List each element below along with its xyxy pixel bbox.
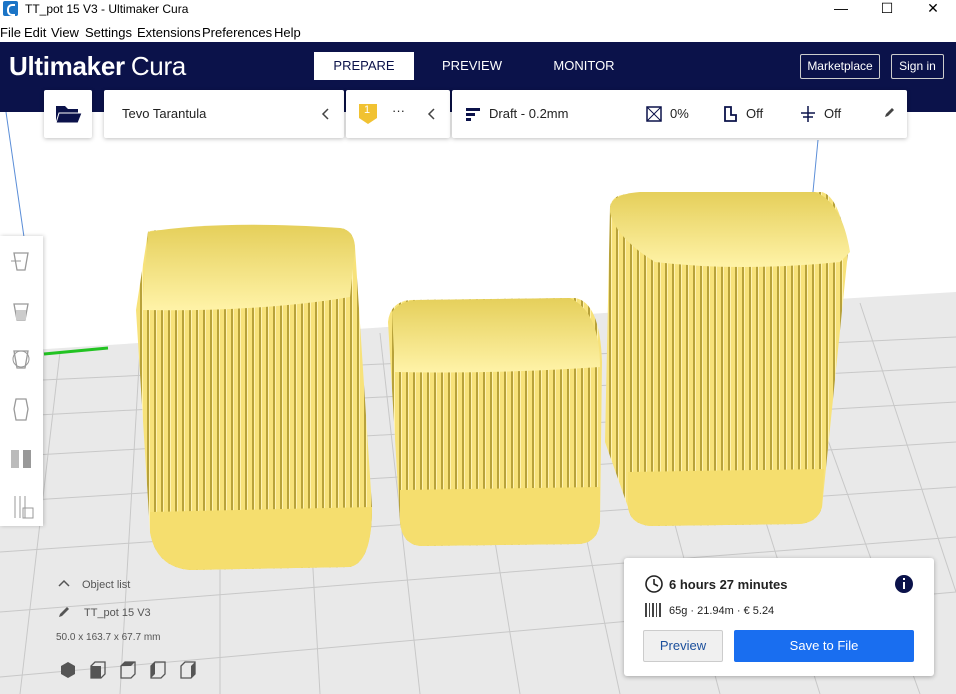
mirror-tool[interactable]	[6, 394, 36, 424]
view-left-icon[interactable]	[148, 660, 168, 680]
profile-label: Draft - 0.2mm	[489, 106, 569, 121]
material-name: ···	[392, 103, 405, 118]
menu-edit[interactable]: Edit	[24, 25, 46, 40]
chevron-left-icon	[427, 108, 435, 120]
extruder-number: 1	[364, 104, 371, 116]
pencil-icon[interactable]	[57, 605, 71, 619]
scale-icon	[13, 303, 29, 321]
infill-value: 0%	[670, 106, 689, 121]
rotate-icon	[12, 350, 30, 369]
scale-tool[interactable]	[6, 296, 36, 326]
cura-app-icon	[3, 1, 18, 16]
menu-settings[interactable]: Settings	[85, 25, 132, 40]
spool-icon	[645, 603, 661, 617]
tab-preview[interactable]: PREVIEW	[430, 52, 514, 80]
print-summary-panel: 6 hours 27 minutes 65g · 21.94m · € 5.24…	[624, 558, 934, 676]
brand-secondary: Cura	[130, 51, 186, 81]
preview-button[interactable]: Preview	[643, 630, 723, 662]
adhesion-icon	[801, 106, 815, 122]
view-orientation-controls	[58, 660, 203, 680]
mirror-icon	[13, 398, 29, 421]
per-model-settings-tool[interactable]	[6, 444, 36, 474]
menu-bar: File Edit View Settings Extensions Prefe…	[0, 22, 956, 42]
pot-model-1[interactable]	[136, 224, 372, 570]
view-right-icon[interactable]	[178, 660, 198, 680]
close-button[interactable]: ✕	[910, 0, 956, 19]
save-to-file-button[interactable]: Save to File	[734, 630, 914, 662]
infill-icon	[646, 106, 662, 122]
menu-view[interactable]: View	[51, 25, 79, 40]
printer-name: Tevo Tarantula	[122, 106, 207, 121]
print-settings-selector[interactable]: Draft - 0.2mm 0% Off Off	[452, 90, 907, 138]
material-selector[interactable]: 1 ···	[346, 90, 450, 138]
object-list-header[interactable]: Object list	[82, 579, 130, 591]
view-front-icon[interactable]	[88, 660, 108, 680]
minimize-button[interactable]: —	[818, 0, 864, 19]
material-usage: 65g · 21.94m · € 5.24	[669, 605, 775, 617]
adhesion-value: Off	[824, 106, 842, 121]
view-3d-icon[interactable]	[58, 660, 78, 680]
brand-primary: Ultimaker	[9, 51, 125, 81]
signin-button[interactable]: Sign in	[891, 54, 944, 79]
marketplace-button[interactable]: Marketplace	[800, 54, 880, 79]
info-icon[interactable]	[894, 574, 914, 594]
tool-strip	[0, 236, 43, 526]
pencil-icon	[885, 108, 894, 117]
brand-logo: Ultimaker Cura	[9, 51, 186, 82]
chevron-up-icon[interactable]	[57, 578, 71, 588]
print-time: 6 hours 27 minutes	[669, 577, 788, 592]
profile-icon	[466, 108, 480, 121]
menu-preferences[interactable]: Preferences	[202, 25, 272, 40]
object-dimensions: 50.0 x 163.7 x 67.7 mm	[56, 632, 161, 643]
support-blocker-icon	[14, 496, 34, 519]
build-volume-edge	[5, 112, 25, 238]
tab-monitor[interactable]: MONITOR	[540, 52, 628, 80]
printer-selector[interactable]: Tevo Tarantula	[104, 90, 344, 138]
move-icon	[11, 252, 29, 271]
clock-icon	[645, 575, 663, 593]
support-blocker-tool[interactable]	[6, 492, 36, 522]
open-file-button[interactable]	[44, 90, 92, 138]
per-model-settings-icon	[11, 450, 31, 468]
pot-model-3[interactable]	[605, 192, 850, 526]
object-name: TT_pot 15 V3	[84, 607, 151, 619]
window-titlebar: TT_pot 15 V3 - Ultimaker Cura — ☐ ✕	[0, 0, 956, 19]
view-top-icon[interactable]	[118, 660, 138, 680]
support-icon	[724, 106, 737, 122]
move-tool[interactable]	[6, 246, 36, 276]
menu-file[interactable]: File	[0, 25, 21, 40]
tab-prepare[interactable]: PREPARE	[314, 52, 414, 80]
menu-extensions[interactable]: Extensions	[137, 25, 201, 40]
maximize-button[interactable]: ☐	[864, 0, 910, 19]
menu-help[interactable]: Help	[274, 25, 301, 40]
pot-model-2[interactable]	[388, 298, 602, 546]
folder-icon	[55, 106, 83, 124]
support-value: Off	[746, 106, 764, 121]
chevron-left-icon	[321, 108, 329, 120]
window-title: TT_pot 15 V3 - Ultimaker Cura	[25, 2, 189, 16]
rotate-tool[interactable]	[6, 344, 36, 374]
